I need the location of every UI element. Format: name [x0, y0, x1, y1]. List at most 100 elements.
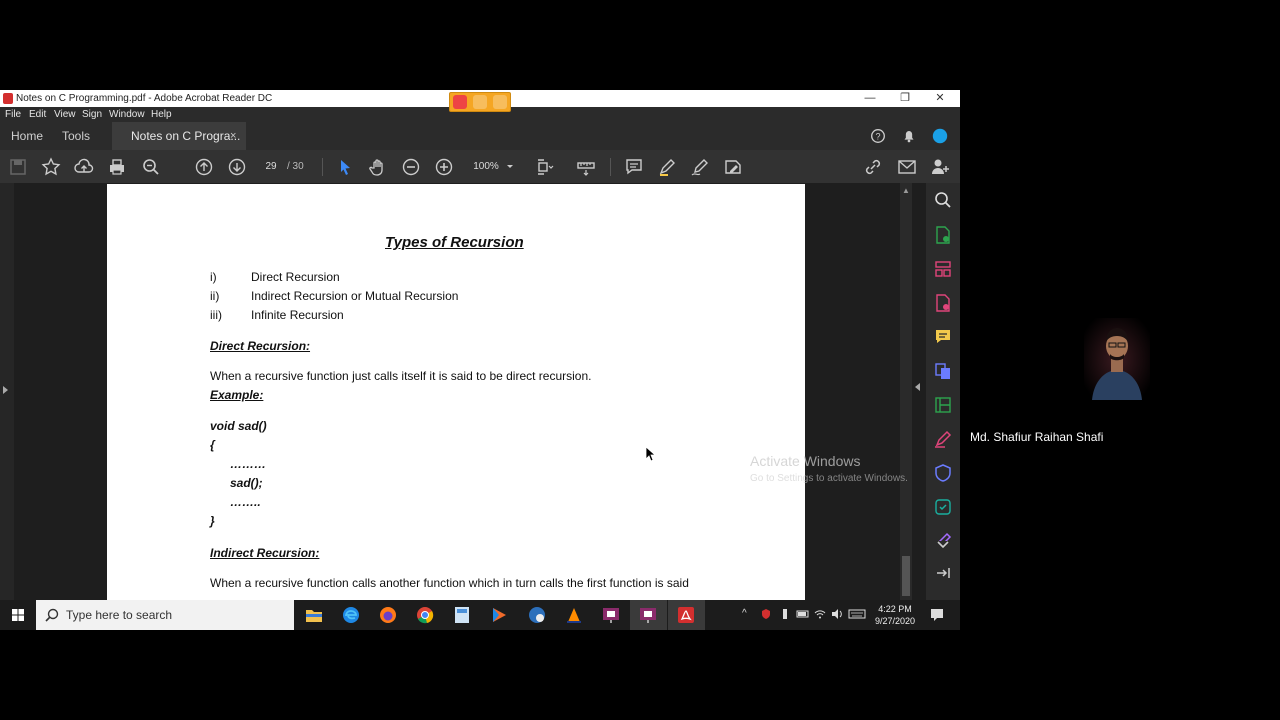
code-line: sad(); — [230, 476, 263, 490]
export-pdf-icon[interactable] — [933, 225, 953, 245]
calculator-icon[interactable] — [452, 605, 472, 625]
highlight-pen-icon[interactable] — [657, 157, 677, 177]
vlc-icon[interactable] — [564, 605, 584, 625]
create-pdf-icon[interactable] — [933, 293, 953, 313]
battery-tray-icon[interactable] — [796, 608, 810, 623]
taskbar-clock[interactable]: 4:22 PM 9/27/2020 — [870, 603, 920, 627]
page-number-input[interactable]: 29 — [258, 159, 284, 175]
scroll-up-arrow-icon[interactable]: ▲ — [902, 186, 910, 195]
action-center-icon[interactable] — [929, 607, 945, 626]
menu-file[interactable]: File — [5, 107, 21, 122]
send-for-review-icon[interactable] — [933, 497, 953, 517]
taskbar-search-box[interactable]: Type here to search — [36, 600, 294, 630]
document-area: Types of Recursion i) Direct Recursion i… — [0, 183, 960, 600]
help-icon[interactable]: ? — [869, 127, 887, 145]
chrome-icon[interactable] — [415, 605, 435, 625]
right-tools-rail — [926, 183, 960, 600]
comment-tool-icon[interactable] — [933, 327, 953, 347]
keyboard-tray-icon[interactable] — [848, 608, 866, 623]
close-window-button[interactable]: ✕ — [925, 90, 955, 107]
clock-time: 4:22 PM — [878, 604, 912, 614]
vertical-scrollbar[interactable]: ▲ — [900, 183, 912, 600]
taskbar: Type here to search ^ 4:22 PM 9/27/2020 — [0, 600, 960, 630]
microphone-icon[interactable] — [473, 95, 487, 109]
globe-browser-icon[interactable] — [527, 605, 547, 625]
antivirus-tray-icon[interactable] — [760, 608, 772, 623]
minimize-button[interactable]: — — [855, 90, 885, 107]
comment-icon[interactable] — [624, 157, 644, 177]
rail-chevron-down-icon[interactable] — [933, 539, 953, 551]
page-heading: Types of Recursion — [385, 234, 524, 251]
firefox-icon[interactable] — [378, 605, 398, 625]
zoom-dropdown-chevron-icon[interactable] — [505, 160, 515, 174]
tab-tools[interactable]: Tools — [62, 122, 90, 150]
code-line: void sad() — [210, 419, 267, 433]
bookmark-star-icon[interactable] — [41, 157, 61, 177]
menu-help[interactable]: Help — [151, 107, 172, 122]
zoom-search-icon[interactable] — [933, 190, 953, 210]
collapse-right-panel-icon[interactable] — [915, 383, 920, 391]
show-hidden-icons-chevron[interactable]: ^ — [742, 608, 747, 619]
screen-share-toolbar — [449, 92, 511, 112]
list-item: Infinite Recursion — [251, 308, 344, 322]
participant-photo-icon — [1084, 318, 1150, 400]
usb-tray-icon[interactable] — [779, 608, 791, 623]
presentation-app-active-icon[interactable] — [638, 605, 658, 625]
menu-sign[interactable]: Sign — [82, 107, 102, 122]
tab-home[interactable]: Home — [11, 122, 43, 150]
acrobat-taskbar-icon[interactable] — [676, 605, 696, 625]
hand-tool-icon[interactable] — [368, 157, 388, 177]
share-link-icon[interactable] — [863, 157, 883, 177]
collapse-rail-icon[interactable] — [933, 563, 953, 583]
print-icon[interactable] — [107, 157, 127, 177]
account-icon[interactable] — [931, 127, 949, 145]
add-user-icon[interactable] — [930, 157, 950, 177]
left-panel-collapsed[interactable] — [0, 183, 14, 600]
organize-pages-icon[interactable] — [933, 259, 953, 279]
file-explorer-icon[interactable] — [304, 605, 324, 625]
wifi-tray-icon[interactable] — [814, 608, 826, 623]
search-icon[interactable] — [141, 157, 161, 177]
save-icon[interactable] — [8, 157, 28, 177]
menu-edit[interactable]: Edit — [29, 107, 46, 122]
menu-window[interactable]: Window — [109, 107, 145, 122]
example-label: Example: — [210, 388, 264, 402]
upload-cloud-icon[interactable] — [74, 157, 94, 177]
scrollbar-thumb[interactable] — [902, 556, 910, 596]
select-pointer-icon[interactable] — [335, 157, 355, 177]
share-window-icon[interactable] — [493, 95, 507, 109]
tab-document[interactable]: Notes on C Progra... — [112, 122, 246, 150]
notifications-bell-icon[interactable] — [900, 127, 918, 145]
menu-view[interactable]: View — [54, 107, 76, 122]
zoom-out-icon[interactable] — [401, 157, 421, 177]
measure-tool-icon[interactable] — [576, 157, 596, 177]
presentation-app-icon[interactable] — [601, 605, 621, 625]
list-number: i) — [210, 270, 217, 284]
next-page-icon[interactable] — [227, 157, 247, 177]
zoom-in-icon[interactable] — [434, 157, 454, 177]
browser-icon[interactable] — [453, 95, 467, 109]
email-icon[interactable] — [897, 157, 917, 177]
edit-pdf-icon[interactable] — [933, 395, 953, 415]
clock-date: 9/27/2020 — [874, 616, 916, 626]
fill-and-sign-icon[interactable] — [933, 429, 953, 449]
zoom-level-select[interactable]: 100% — [466, 159, 506, 175]
media-player-icon[interactable] — [489, 605, 509, 625]
mouse-cursor-icon — [645, 446, 657, 462]
tab-close-button[interactable]: × — [230, 122, 236, 150]
page-display-icon[interactable] — [535, 157, 555, 177]
previous-page-icon[interactable] — [194, 157, 214, 177]
fill-sign-icon[interactable] — [723, 157, 743, 177]
edge-browser-icon[interactable] — [341, 605, 361, 625]
participant-video-panel: Md. Shafiur Raihan Shafi — [960, 270, 1280, 450]
protect-shield-icon[interactable] — [933, 463, 953, 483]
expand-left-panel-icon[interactable] — [3, 386, 8, 394]
screen: Notes on C Programming.pdf - Adobe Acrob… — [0, 0, 1280, 720]
restore-button[interactable]: ❐ — [890, 90, 920, 107]
toolbar: 29 / 30 100% — [0, 150, 960, 183]
draw-signature-icon[interactable] — [690, 157, 710, 177]
indirect-recursion-description: When a recursive function calls another … — [210, 576, 689, 590]
combine-files-icon[interactable] — [933, 361, 953, 381]
start-button[interactable] — [0, 600, 36, 630]
volume-tray-icon[interactable] — [831, 608, 843, 623]
